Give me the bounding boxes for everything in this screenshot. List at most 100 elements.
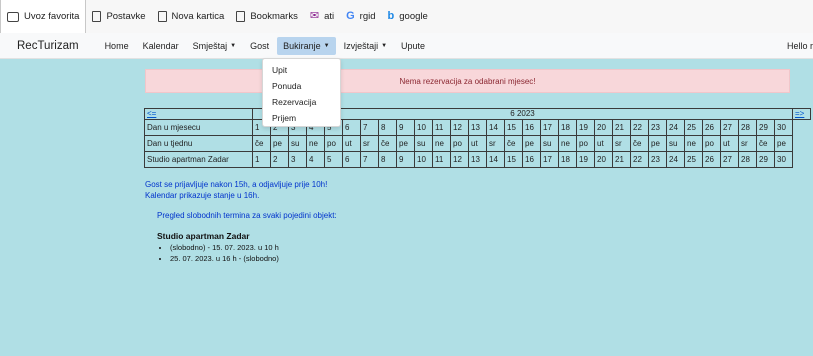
- bookmark-ati[interactable]: ✉ ati: [304, 0, 340, 33]
- navbar: RecTurizam Home Kalendar Smještaj ▼ Gost …: [0, 33, 813, 59]
- weekday-cell: su: [414, 135, 433, 152]
- day-cell: 30: [774, 119, 793, 136]
- weekday-cell: pe: [648, 135, 667, 152]
- user-greeting[interactable]: Hello r: [787, 33, 813, 58]
- mail-icon: ✉: [309, 10, 320, 22]
- page-icon: [92, 11, 102, 22]
- weekday-cell: ne: [684, 135, 703, 152]
- object-day-cell: 10: [414, 151, 433, 168]
- list-item: (slobodno) - 15. 07. 2023. u 10 h: [170, 243, 279, 254]
- brand-link[interactable]: RecTurizam: [17, 40, 79, 52]
- weekday-cell: če: [252, 135, 271, 152]
- dropdown-item-prijem[interactable]: Prijem: [263, 110, 340, 126]
- weekday-cell: pe: [396, 135, 415, 152]
- object-day-cell: 9: [396, 151, 415, 168]
- weekday-cell: sr: [486, 135, 505, 152]
- object-day-cell: 29: [756, 151, 775, 168]
- bookmark-uvoz-favorita[interactable]: Uvoz favorita: [0, 0, 87, 33]
- prev-month-link[interactable]: <=: [147, 110, 156, 119]
- weekday-cell: ne: [306, 135, 325, 152]
- weekday-cell: če: [756, 135, 775, 152]
- day-of-week-row: Dan u tjednu če pe su ne po ut sr če pe su ne po ut s…: [144, 135, 811, 152]
- page-icon: [236, 11, 246, 22]
- weekday-cell: pe: [774, 135, 793, 152]
- checkin-note: Gost se prijavljuje nakon 15h, a odjavlj…: [145, 180, 328, 189]
- object-day-cell: 19: [576, 151, 595, 168]
- nav-label: Smještaj: [192, 40, 228, 51]
- object-day-cell: 2: [270, 151, 289, 168]
- object-day-cell: 22: [630, 151, 649, 168]
- weekday-cell: ne: [558, 135, 577, 152]
- no-reservations-alert: Nema rezervacija za odabrani mjesec!: [145, 69, 790, 93]
- page-icon: [157, 11, 167, 22]
- weekday-cell: sr: [612, 135, 631, 152]
- weekday-cell: po: [450, 135, 469, 152]
- day-cell: 21: [612, 119, 631, 136]
- day-cell: 25: [684, 119, 703, 136]
- nav-gost[interactable]: Gost: [250, 41, 269, 51]
- day-cell: 14: [486, 119, 505, 136]
- day-cell: 15: [504, 119, 523, 136]
- row-label: Dan u tjednu: [144, 135, 253, 152]
- weekday-cell: če: [630, 135, 649, 152]
- weekday-cell: po: [324, 135, 343, 152]
- object-day-cell: 3: [288, 151, 307, 168]
- bookmark-postavke[interactable]: Postavke: [86, 0, 151, 33]
- nav-label: Bukiranje: [283, 40, 321, 51]
- alert-text: Nema rezervacija za odabrani mjesec!: [399, 76, 536, 86]
- day-cell: 19: [576, 119, 595, 136]
- day-cell: 16: [522, 119, 541, 136]
- object-day-cell: 18: [558, 151, 577, 168]
- next-month-link[interactable]: =>: [795, 110, 804, 119]
- object-day-cell: 5: [324, 151, 343, 168]
- object-day-cell: 24: [666, 151, 685, 168]
- object-day-cell: 6: [342, 151, 361, 168]
- calendar-nav-row: <= 6 2023 =>: [144, 108, 811, 120]
- bookmark-nova-kartica[interactable]: Nova kartica: [152, 0, 231, 33]
- day-cell: 12: [450, 119, 469, 136]
- bing-icon: b: [387, 10, 395, 22]
- bookmark-google[interactable]: b google: [382, 0, 434, 33]
- weekday-cell: po: [576, 135, 595, 152]
- favorites-import-icon: [7, 11, 19, 22]
- object-day-cell: 8: [378, 151, 397, 168]
- nav-bukiranje[interactable]: Bukiranje ▼: [277, 36, 336, 55]
- nav-smjestaj[interactable]: Smještaj ▼: [193, 41, 236, 51]
- caret-down-icon: ▼: [230, 43, 237, 50]
- bookmark-label: ati: [324, 11, 335, 22]
- weekday-cell: sr: [738, 135, 757, 152]
- nav-izvjestaji[interactable]: Izvještaji ▼: [344, 41, 387, 51]
- weekday-cell: ut: [720, 135, 739, 152]
- dropdown-item-rezervacija[interactable]: Rezervacija: [263, 94, 340, 110]
- occupancy-calendar-table: <= 6 2023 => Dan u mjesecu 1 2 3 4 5 6 7 8 9 10 11…: [144, 108, 811, 168]
- nav-kalendar[interactable]: Kalendar: [143, 41, 179, 51]
- object-day-cell: 15: [504, 151, 523, 168]
- day-cell: 28: [738, 119, 757, 136]
- day-cell: 23: [648, 119, 667, 136]
- weekday-cell: su: [540, 135, 559, 152]
- calendar-next-cell: =>: [792, 108, 811, 120]
- bookmark-bookmarks[interactable]: Bookmarks: [230, 0, 304, 33]
- dropdown-item-upit[interactable]: Upit: [263, 62, 340, 78]
- weekday-cell: su: [666, 135, 685, 152]
- weekday-cell: ne: [432, 135, 451, 152]
- day-cell: 6: [342, 119, 361, 136]
- day-cell: 24: [666, 119, 685, 136]
- nav-upute[interactable]: Upute: [401, 41, 425, 51]
- object-title: Studio apartman Zadar: [157, 231, 250, 241]
- object-day-cell: 16: [522, 151, 541, 168]
- dropdown-item-ponuda[interactable]: Ponuda: [263, 78, 340, 94]
- object-day-cell: 7: [360, 151, 379, 168]
- object-free-terms: Studio apartman Zadar (slobodno) - 15. 0…: [157, 231, 279, 264]
- weekday-cell: ut: [468, 135, 487, 152]
- weekday-cell: če: [504, 135, 523, 152]
- nav-home[interactable]: Home: [105, 41, 129, 51]
- weekday-cell: ut: [594, 135, 613, 152]
- bookmark-rgid[interactable]: G rgid: [340, 0, 381, 33]
- object-day-cell: 4: [306, 151, 325, 168]
- row-label: Dan u mjesecu: [144, 119, 253, 136]
- object-day-cell: 12: [450, 151, 469, 168]
- free-terms-list: (slobodno) - 15. 07. 2023. u 10 h 25. 07…: [157, 243, 279, 264]
- row-label: Studio apartman Zadar: [144, 151, 253, 168]
- bookmark-label: Postavke: [106, 11, 146, 22]
